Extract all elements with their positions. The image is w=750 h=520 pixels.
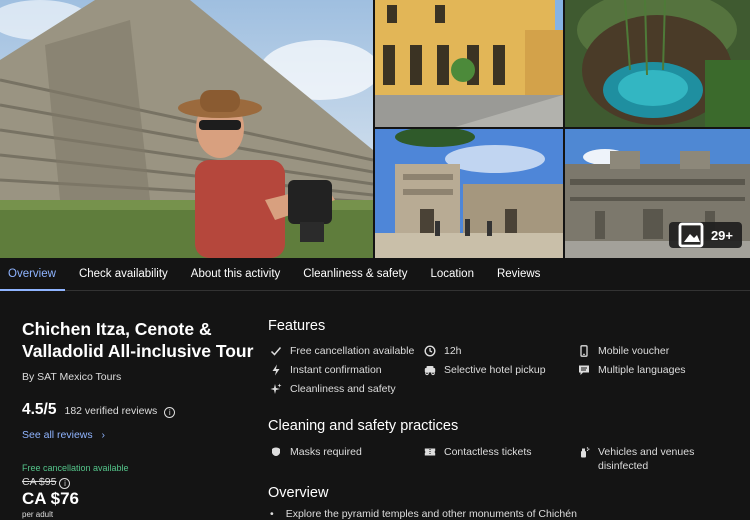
feature-free-cancellation: Free cancellation available <box>270 344 414 358</box>
feature-label: 12h <box>444 345 462 357</box>
cleaning-title: Cleaning and safety practices <box>268 418 459 434</box>
feature-languages: Multiple languages <box>578 363 686 377</box>
info-icon[interactable]: i <box>164 407 176 418</box>
activity-details: Features Free cancellation available 12h… <box>268 318 738 520</box>
clock-icon <box>424 345 436 357</box>
sparkle-icon <box>270 383 282 394</box>
overview-bullet-text: Explore the pyramid temples and other mo… <box>285 508 577 520</box>
price-info-icon[interactable]: i <box>59 477 71 489</box>
feature-label: Mobile voucher <box>598 345 670 357</box>
tab-overview[interactable]: Overview <box>0 258 65 291</box>
feature-label: Multiple languages <box>598 364 686 376</box>
see-all-reviews-label: See all reviews <box>22 429 93 441</box>
gallery-photo-ruins[interactable] <box>375 129 563 258</box>
spray-icon <box>581 447 590 458</box>
car-icon <box>424 366 436 376</box>
gallery-photo-street[interactable] <box>375 0 563 127</box>
gallery-photo-cenote[interactable] <box>565 0 750 127</box>
feature-label: Free cancellation available <box>290 345 415 357</box>
image-icon <box>678 222 704 248</box>
cleaning-masks: Masks required <box>270 445 362 459</box>
feature-label: Cleanliness and safety <box>290 383 396 395</box>
review-count-text: 182 verified reviews <box>64 405 158 417</box>
features-grid: Free cancellation available 12h Mobile v… <box>268 340 738 398</box>
mask-icon <box>272 447 280 456</box>
feature-label: Instant confirmation <box>290 364 382 376</box>
gallery-photo-main[interactable] <box>0 0 373 258</box>
activity-title: Chichen Itza, Cenote & Valladolid All-in… <box>22 319 254 361</box>
cleaning-disinfected: Vehicles and venues disinfected <box>578 445 708 473</box>
gallery-photo-temple[interactable]: 29+ <box>565 129 750 258</box>
overview-title: Overview <box>268 485 329 501</box>
chat-icon <box>579 365 589 375</box>
see-all-reviews-link[interactable]: See all reviews › <box>22 429 105 441</box>
cleaning-label: Vehicles and venues disinfected <box>598 446 695 472</box>
feature-instant-confirmation: Instant confirmation <box>270 363 382 377</box>
cleaning-label: Masks required <box>290 446 362 458</box>
section-tabs: Overview Check availability About this a… <box>0 258 750 291</box>
photo-gallery: 29+ <box>0 0 750 258</box>
tab-location[interactable]: Location <box>421 258 482 290</box>
current-price: CA $76 <box>22 489 80 508</box>
feature-mobile-voucher: Mobile voucher <box>578 344 669 358</box>
original-price-value: CA $95 <box>22 476 57 488</box>
feature-duration: 12h <box>424 344 462 358</box>
original-price: CA $95 i <box>22 476 257 489</box>
more-photos-count: 29+ <box>710 227 733 243</box>
features-title: Features <box>268 318 326 334</box>
bolt-icon <box>272 364 280 376</box>
free-cancellation-note: Free cancellation available <box>22 463 129 473</box>
tab-reviews[interactable]: Reviews <box>488 258 549 290</box>
price-unit: per adult <box>22 510 54 519</box>
cleaning-label: Contactless tickets <box>444 446 532 458</box>
cleaning-grid: Masks required Contactless tickets Vehic… <box>268 440 738 480</box>
tab-cleanliness[interactable]: Cleanliness & safety <box>294 258 416 290</box>
overview-bullet: • Explore the pyramid temples and other … <box>268 508 738 520</box>
ticket-icon <box>424 448 436 456</box>
feature-cleanliness: Cleanliness and safety <box>270 382 396 396</box>
review-count: 182 verified reviews i <box>64 405 176 418</box>
tab-check-availability[interactable]: Check availability <box>70 258 177 290</box>
feature-hotel-pickup: Selective hotel pickup <box>424 363 546 377</box>
feature-label: Selective hotel pickup <box>444 364 546 376</box>
rating-row: 4.5/5 182 verified reviews i <box>22 401 257 419</box>
activity-summary: Chichen Itza, Cenote & Valladolid All-in… <box>22 318 257 519</box>
chevron-right-icon: › <box>101 429 106 441</box>
phone-icon <box>580 345 588 357</box>
check-icon <box>270 347 282 356</box>
tab-about[interactable]: About this activity <box>182 258 289 290</box>
rating-score: 4.5/5 <box>22 401 57 418</box>
operator-name: By SAT Mexico Tours <box>22 371 122 383</box>
bullet-dot: • <box>270 508 274 520</box>
cleaning-contactless: Contactless tickets <box>424 445 532 459</box>
more-photos-button[interactable]: 29+ <box>668 222 742 248</box>
